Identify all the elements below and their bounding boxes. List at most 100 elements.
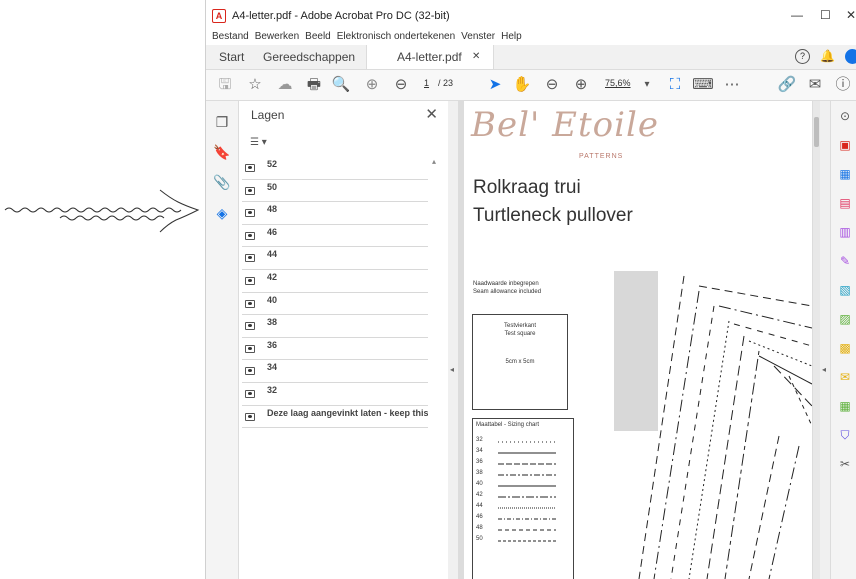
menu-bar: Bestand Bewerken Beeld Elektronisch onde… bbox=[206, 31, 856, 45]
bookmarks-icon[interactable]: 🔖 bbox=[211, 141, 233, 163]
layer-row-40[interactable]: 40 bbox=[242, 293, 428, 316]
bookmark-star-icon[interactable]: ☆ bbox=[244, 70, 266, 100]
email-icon[interactable]: ✉ bbox=[804, 70, 826, 100]
protect-shield-icon[interactable]: ⛉ bbox=[835, 428, 855, 443]
menu-beeld[interactable]: Beeld bbox=[305, 31, 331, 45]
menu-ondertekenen[interactable]: Elektronisch ondertekenen bbox=[337, 31, 455, 45]
sizing-row: 36 bbox=[476, 459, 568, 470]
menu-bestand[interactable]: Bestand bbox=[212, 31, 249, 45]
size-label: 34 bbox=[476, 448, 483, 454]
help-icon[interactable]: ? bbox=[795, 49, 810, 64]
layer-row-34[interactable]: 34 bbox=[242, 360, 428, 383]
share-link-icon[interactable]: 🔗 bbox=[776, 70, 798, 100]
minimize-icon[interactable]: — bbox=[791, 8, 803, 22]
page-number-input[interactable]: 1 bbox=[424, 78, 429, 88]
eye-visibility-icon[interactable] bbox=[245, 322, 255, 331]
eye-visibility-icon[interactable] bbox=[245, 367, 255, 376]
eye-visibility-icon[interactable] bbox=[245, 186, 255, 195]
menu-venster[interactable]: Venster bbox=[461, 31, 495, 45]
tab-start[interactable]: Start bbox=[219, 45, 244, 69]
size-label: 46 bbox=[476, 514, 483, 520]
eye-visibility-icon[interactable] bbox=[245, 412, 255, 421]
layers-close-icon[interactable]: ✕ bbox=[425, 105, 438, 123]
select-cursor-icon[interactable]: ➤ bbox=[484, 70, 506, 100]
collapse-left-pane-handle[interactable]: ◂ bbox=[448, 101, 458, 579]
account-avatar[interactable] bbox=[845, 49, 856, 64]
tab-close-icon[interactable]: ✕ bbox=[472, 45, 480, 69]
layer-row-50[interactable]: 50 bbox=[242, 180, 428, 203]
eye-visibility-icon[interactable] bbox=[245, 209, 255, 218]
zoom-dropdown-chevron-icon[interactable]: ▾ bbox=[636, 70, 658, 100]
export-pdf-icon[interactable]: ▣ bbox=[835, 138, 855, 152]
create-pdf-icon[interactable]: ▦ bbox=[835, 167, 855, 181]
more-tools-icon[interactable]: ⋯ bbox=[721, 70, 743, 100]
hand-tool-icon[interactable]: ✋ bbox=[511, 70, 533, 100]
eye-visibility-icon[interactable] bbox=[245, 254, 255, 263]
layer-row-42[interactable]: 42 bbox=[242, 270, 428, 293]
layer-row-32[interactable]: 32 bbox=[242, 383, 428, 406]
zoom-level-select[interactable]: 75,6% bbox=[605, 78, 631, 88]
sizing-row: 50 bbox=[476, 536, 568, 547]
attachments-paperclip-icon[interactable]: 📎 bbox=[211, 171, 233, 193]
eye-visibility-icon[interactable] bbox=[245, 389, 255, 398]
zoom-search-icon[interactable]: 🔍 bbox=[330, 70, 352, 100]
edit-pdf-icon[interactable]: ▤ bbox=[835, 196, 855, 210]
bell-icon[interactable]: 🔔 bbox=[820, 49, 835, 63]
document-scrollbar[interactable] bbox=[813, 101, 820, 579]
save-icon[interactable]: 🖫 bbox=[214, 70, 236, 100]
menu-help[interactable]: Help bbox=[501, 31, 522, 45]
size-line-sample bbox=[498, 540, 556, 542]
layers-scrollbar[interactable]: ▴ bbox=[431, 157, 441, 577]
fit-page-icon[interactable]: ⛶ bbox=[664, 70, 686, 100]
layer-row-44[interactable]: 44 bbox=[242, 247, 428, 270]
size-line-sample bbox=[498, 441, 556, 443]
test-square-box: Testvierkant Test square 5cm x 5cm bbox=[472, 314, 568, 410]
eye-visibility-icon[interactable] bbox=[245, 164, 255, 172]
brand-subtitle: PATTERNS bbox=[579, 153, 624, 160]
tab-document[interactable]: A4-letter.pdf ✕ bbox=[366, 45, 494, 69]
document-viewer[interactable]: Bel' Etoile PATTERNS Rolkraag trui Turtl… bbox=[458, 101, 820, 579]
page-up-icon[interactable]: ⊕ bbox=[361, 70, 383, 100]
upload-cloud-icon[interactable]: ☁ bbox=[274, 70, 296, 100]
scroll-mode-icon[interactable]: ⌨ bbox=[692, 70, 714, 100]
size-line-sample bbox=[498, 485, 556, 487]
collapse-right-pane-handle[interactable]: ◂ bbox=[820, 101, 830, 579]
layer-row-48[interactable]: 48 bbox=[242, 202, 428, 225]
search-tools-icon[interactable]: ⊙ bbox=[835, 109, 855, 123]
eye-visibility-icon[interactable] bbox=[245, 344, 255, 353]
layer-list: 52 50 48 46 44 42 40 38 36 34 32 Deze la… bbox=[242, 157, 428, 429]
account-icon[interactable]: ⓘ bbox=[832, 70, 854, 100]
layer-row-52[interactable]: 52 bbox=[242, 157, 428, 180]
eye-visibility-icon[interactable] bbox=[245, 276, 255, 285]
page-thumbnails-icon[interactable]: ❐ bbox=[211, 111, 233, 133]
brand-logo-text: Bel' Etoile bbox=[471, 105, 659, 145]
zoom-in-icon[interactable]: ⊕ bbox=[570, 70, 592, 100]
tab-tools[interactable]: Gereedschappen bbox=[263, 45, 355, 69]
comment-icon[interactable]: ✉ bbox=[835, 370, 855, 384]
eye-visibility-icon[interactable] bbox=[245, 231, 255, 240]
zoom-out-icon[interactable]: ⊖ bbox=[541, 70, 563, 100]
size-line-sample bbox=[498, 518, 556, 520]
print-icon[interactable]: 🖶 bbox=[303, 70, 325, 100]
layers-options-menu[interactable]: ☰ ▾ bbox=[250, 137, 267, 148]
layer-row-38[interactable]: 38 bbox=[242, 315, 428, 338]
layer-row-46[interactable]: 46 bbox=[242, 225, 428, 248]
page-down-icon[interactable]: ⊖ bbox=[390, 70, 412, 100]
layers-icon[interactable]: ◈ bbox=[211, 202, 233, 224]
menu-bewerken[interactable]: Bewerken bbox=[255, 31, 299, 45]
close-icon[interactable]: ✕ bbox=[846, 8, 856, 22]
compress-pdf-icon[interactable]: ▨ bbox=[835, 312, 855, 326]
eye-visibility-icon[interactable] bbox=[245, 299, 255, 308]
layer-row-keep[interactable]: Deze laag aangevinkt laten - keep this l… bbox=[242, 406, 428, 429]
export-image-icon[interactable]: ▧ bbox=[835, 283, 855, 297]
more-tools-wrench-icon[interactable]: ✂ bbox=[835, 457, 855, 471]
sign-icon[interactable]: ✎ bbox=[835, 254, 855, 268]
fill-sign-icon[interactable]: ▩ bbox=[835, 341, 855, 355]
pattern-lines-graphic bbox=[638, 275, 812, 579]
layer-row-36[interactable]: 36 bbox=[242, 338, 428, 361]
document-scroll-thumb[interactable] bbox=[814, 117, 819, 147]
maximize-icon[interactable]: ☐ bbox=[820, 8, 831, 22]
organize-pages-icon[interactable]: ▥ bbox=[835, 225, 855, 239]
scroll-up-icon[interactable]: ▴ bbox=[432, 157, 436, 166]
combine-files-icon[interactable]: ▦ bbox=[835, 399, 855, 413]
